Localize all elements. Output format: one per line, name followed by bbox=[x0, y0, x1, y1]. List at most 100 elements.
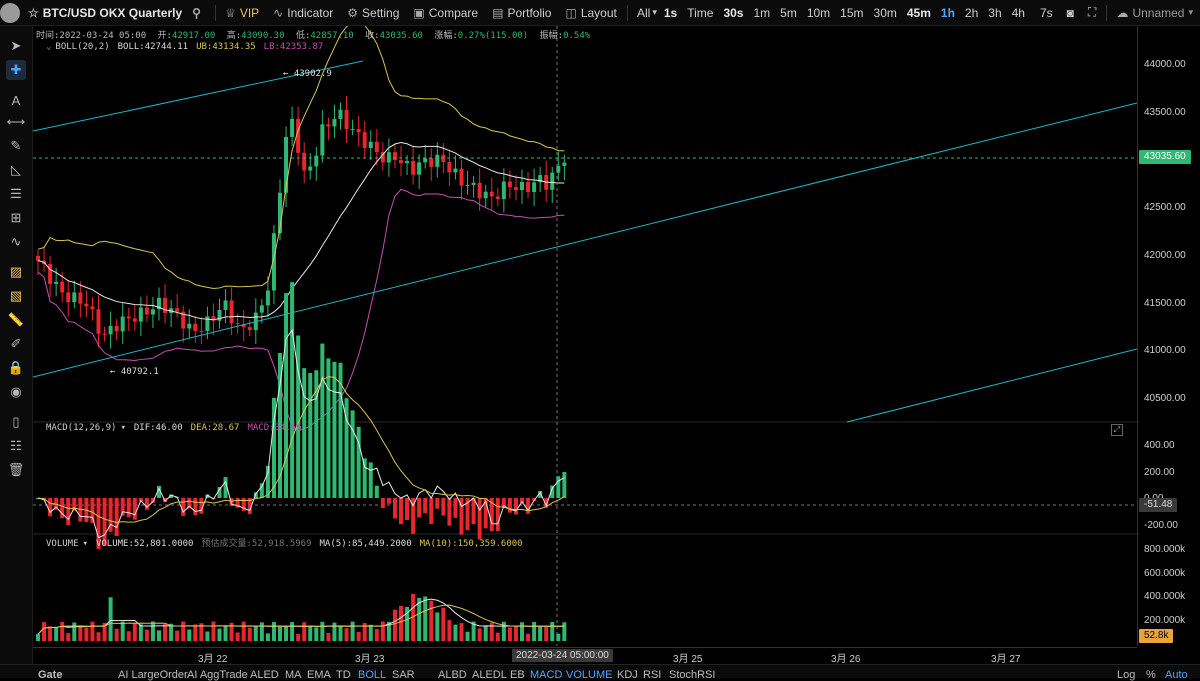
indicator-macd[interactable]: MACD bbox=[530, 669, 562, 681]
search-icon[interactable]: ⚲ bbox=[192, 6, 201, 20]
candle-body bbox=[193, 324, 197, 331]
compare-button[interactable]: ▣Compare bbox=[406, 0, 485, 25]
magnet-icon[interactable]: ▨ bbox=[6, 262, 26, 282]
interval-30m[interactable]: 30m bbox=[869, 6, 902, 20]
measure-icon[interactable]: ⟷ bbox=[6, 112, 26, 132]
pen-icon[interactable]: ✎ bbox=[6, 136, 26, 156]
chevron-down-icon[interactable]: ⌄ bbox=[46, 42, 51, 52]
indicator-ai-largeorder[interactable]: AI LargeOrder bbox=[118, 669, 188, 681]
bookmark-icon[interactable]: ▯ bbox=[6, 412, 26, 432]
indicator-stochrsi[interactable]: StochRSI bbox=[669, 669, 715, 681]
eye-icon[interactable]: ◉ bbox=[6, 382, 26, 402]
volume-legend[interactable]: VOLUME▾VOLUME:52,801.0000预估成交量:52,918.59… bbox=[46, 536, 531, 549]
expand-pane-icon[interactable]: ⤢ bbox=[1111, 424, 1123, 436]
percent-scale-button[interactable]: % bbox=[1146, 669, 1156, 681]
indicator-aled[interactable]: ALED bbox=[250, 669, 279, 681]
boll-mid-value: BOLL:42744.11 bbox=[118, 42, 188, 52]
indicator-kdj[interactable]: KDJ bbox=[617, 669, 638, 681]
gate-button[interactable]: Gate bbox=[38, 669, 62, 681]
portfolio-button[interactable]: ▤Portfolio bbox=[485, 0, 558, 25]
macd-histogram-bar bbox=[314, 370, 318, 498]
macd-legend[interactable]: MACD(12,26,9)▾DIF:46.00DEA:28.67MACD:34.… bbox=[46, 423, 310, 433]
interval-15m[interactable]: 15m bbox=[835, 6, 868, 20]
candle-body bbox=[550, 173, 554, 190]
indicator-volume[interactable]: VOLUME bbox=[566, 669, 612, 681]
interval-4h[interactable]: 4h bbox=[1007, 6, 1030, 20]
candle-body bbox=[375, 142, 379, 152]
interval-1m[interactable]: 1m bbox=[748, 6, 775, 20]
interval-2h[interactable]: 2h bbox=[960, 6, 983, 20]
star-icon[interactable]: ☆ bbox=[28, 6, 39, 20]
app-logo[interactable] bbox=[0, 0, 20, 25]
layout-name-dropdown[interactable]: ☁Unnamed▾ bbox=[1109, 0, 1200, 25]
price-axis-label: 41500.00 bbox=[1144, 298, 1186, 309]
candle-body bbox=[526, 182, 530, 192]
indicator-button[interactable]: ∿Indicator bbox=[266, 0, 340, 25]
cursor-arrow-icon[interactable]: ➤ bbox=[6, 36, 26, 56]
fib-icon[interactable]: ☰ bbox=[6, 184, 26, 204]
brush-icon[interactable]: ✐ bbox=[6, 334, 26, 354]
vip-button[interactable]: ♕VIP bbox=[218, 0, 266, 25]
price-axis-label: 41000.00 bbox=[1144, 345, 1186, 356]
boll-legend[interactable]: ⌄BOLL(20,2)BOLL:42744.11UB:43134.35LB:42… bbox=[46, 42, 331, 52]
chevron-down-icon[interactable]: ▾ bbox=[83, 539, 88, 549]
macd-histogram-bar bbox=[478, 498, 482, 539]
symbol-selector[interactable]: ☆ BTC/USD OKX Quarterly ⚲ bbox=[20, 0, 212, 25]
fullscreen-button[interactable]: ⛶ bbox=[1081, 0, 1103, 25]
list-icon[interactable]: ☷ bbox=[6, 436, 26, 456]
text-tool-icon[interactable]: A bbox=[6, 90, 26, 110]
price-axis[interactable]: 44000.0043500.0043000.0042500.0042000.00… bbox=[1137, 26, 1200, 646]
candle-body bbox=[314, 156, 318, 167]
interval-5m[interactable]: 5m bbox=[775, 6, 802, 20]
indicator-aledl[interactable]: ALEDL bbox=[472, 669, 507, 681]
ruler-icon[interactable]: 📏 bbox=[6, 310, 26, 330]
interval-1s[interactable]: 1s bbox=[659, 6, 682, 20]
volume-bar bbox=[78, 626, 82, 641]
trash-icon[interactable]: 🗑 bbox=[6, 460, 26, 480]
indicator-td[interactable]: TD bbox=[336, 669, 351, 681]
interval-7s[interactable]: 7s bbox=[1033, 0, 1060, 25]
interval-10m[interactable]: 10m bbox=[802, 6, 835, 20]
auto-scale-button[interactable]: Auto bbox=[1165, 669, 1188, 681]
macd-histogram-bar bbox=[127, 498, 131, 517]
time-axis-label: 3月 25 bbox=[673, 650, 702, 665]
time-axis[interactable]: 3月 223月 233月 253月 263月 272022-03-24 05:0… bbox=[33, 647, 1137, 664]
setting-button[interactable]: ⚙Setting bbox=[340, 0, 406, 25]
macd-histogram-bar bbox=[145, 498, 149, 510]
interval-30s[interactable]: 30s bbox=[718, 6, 748, 20]
indicator-ema[interactable]: EMA bbox=[307, 669, 331, 681]
interval-all-dropdown[interactable]: All▾ bbox=[630, 0, 659, 25]
indicator-boll[interactable]: BOLL bbox=[358, 669, 386, 681]
lock-icon[interactable]: 🔒 bbox=[6, 358, 26, 378]
indicator-eb[interactable]: EB bbox=[510, 669, 525, 681]
candle-body bbox=[145, 307, 149, 314]
grid-icon[interactable]: ⊞ bbox=[6, 208, 26, 228]
triangle-icon[interactable]: ◺ bbox=[6, 160, 26, 180]
chevron-down-icon[interactable]: ▾ bbox=[120, 423, 125, 433]
interval-time[interactable]: Time bbox=[682, 6, 718, 20]
candle-body bbox=[411, 161, 415, 175]
interval-45m[interactable]: 45m bbox=[902, 6, 936, 20]
volume-bar bbox=[260, 622, 264, 641]
symbol-label: BTC/USD OKX Quarterly bbox=[43, 6, 182, 20]
macd-histogram-bar bbox=[453, 498, 457, 518]
indicator-sar[interactable]: SAR bbox=[392, 669, 415, 681]
layout-button[interactable]: ◫Layout bbox=[558, 0, 623, 25]
log-scale-button[interactable]: Log bbox=[1117, 669, 1135, 681]
wave-icon[interactable]: ∿ bbox=[6, 232, 26, 252]
crosshair-icon[interactable]: ✚ bbox=[6, 60, 26, 80]
camera-button[interactable]: ◙ bbox=[1060, 0, 1081, 25]
volume-bar bbox=[163, 624, 167, 641]
interval-1h[interactable]: 1h bbox=[936, 6, 960, 20]
magnet-strong-icon[interactable]: ▧ bbox=[6, 286, 26, 306]
indicator-rsi[interactable]: RSI bbox=[643, 669, 661, 681]
interval-3h[interactable]: 3h bbox=[983, 6, 1006, 20]
macd-histogram-bar bbox=[357, 427, 361, 498]
indicator-ai-aggtrade[interactable]: AI AggTrade bbox=[187, 669, 248, 681]
chart-canvas[interactable]: ← 43902.9← 40792.1 bbox=[33, 26, 1137, 646]
indicator-albd[interactable]: ALBD bbox=[438, 669, 467, 681]
macd-histogram-bar bbox=[284, 293, 288, 498]
volume-bar bbox=[375, 629, 379, 641]
high-value: 43090.30 bbox=[241, 31, 284, 41]
indicator-ma[interactable]: MA bbox=[285, 669, 302, 681]
